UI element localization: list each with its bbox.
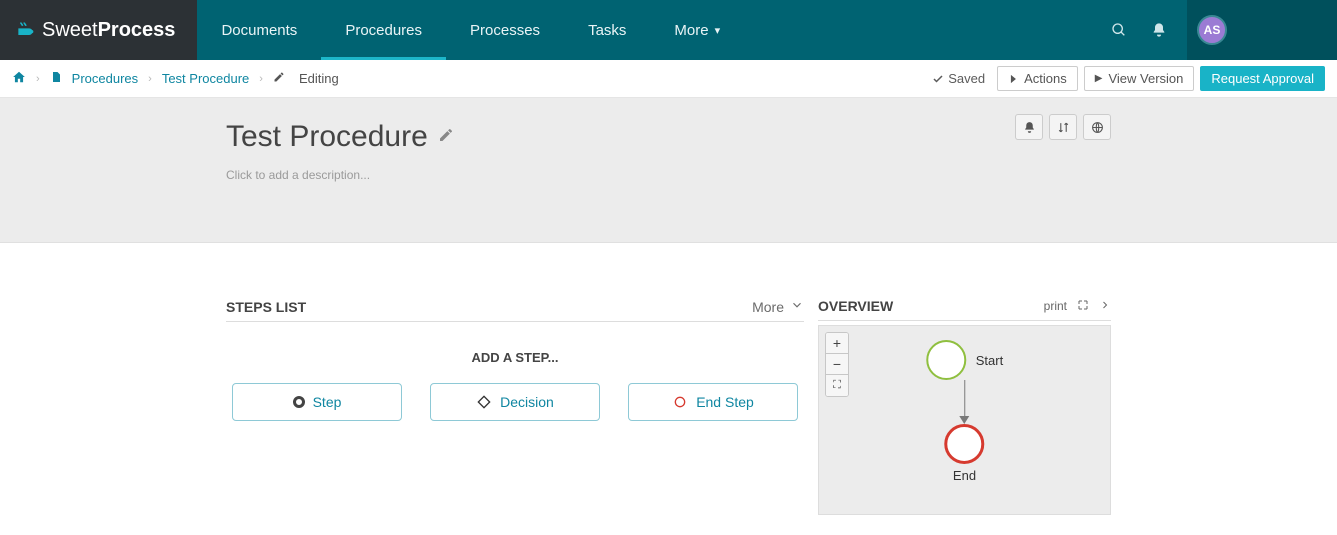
description-placeholder[interactable]: Click to add a description... [226,168,1337,182]
home-icon[interactable] [12,70,26,87]
expand-icon[interactable] [1077,299,1089,314]
add-decision-label: Decision [500,394,554,410]
globe-icon[interactable] [1083,114,1111,140]
procedure-title[interactable]: Test Procedure [226,120,1337,154]
steps-more-label: More [752,299,784,315]
avatar: AS [1197,15,1227,45]
add-end-step-button[interactable]: End Step [628,383,798,421]
steps-list-title: STEPS LIST [226,299,306,315]
view-version-button[interactable]: ▶ View Version [1084,66,1195,91]
add-step-label: Step [313,394,342,410]
print-link[interactable]: print [1044,299,1067,313]
breadcrumb: › Procedures › Test Procedure › Editing [12,70,339,87]
title-icon-row [1015,114,1111,140]
add-end-step-label: End Step [696,394,754,410]
add-step-button[interactable]: Step [232,383,402,421]
brand-logo[interactable]: SweetProcess [0,0,197,60]
chevron-down-icon: ▾ [715,24,721,37]
notifications-icon[interactable] [1015,114,1043,140]
overview-panel: + − ⛶ Start End [818,325,1111,515]
flow-end-label: End [953,468,976,483]
flow-start-label: Start [976,353,1003,368]
search-icon[interactable] [1101,12,1137,48]
nav-procedures[interactable]: Procedures [321,0,446,60]
nav-documents[interactable]: Documents [197,0,321,60]
overview-title: OVERVIEW [818,298,893,314]
brand-prefix: Sweet [42,19,98,42]
zoom-fit-button[interactable]: ⛶ [826,375,848,396]
pencil-icon [273,71,285,86]
procedure-title-text: Test Procedure [226,120,428,154]
flow-arrow [960,380,970,424]
breadcrumb-sep: › [36,73,40,85]
overview-column: OVERVIEW print + − ⛶ Start [818,298,1111,515]
nav-processes[interactable]: Processes [446,0,564,60]
decision-icon [476,394,492,410]
chevron-down-icon [790,298,804,315]
edit-title-icon[interactable] [438,127,454,148]
title-band: Test Procedure Click to add a descriptio… [0,98,1337,243]
zoom-in-button[interactable]: + [826,333,848,354]
bell-icon[interactable] [1141,12,1177,48]
view-version-label: View Version [1108,71,1183,86]
flow-start-node[interactable] [926,340,966,380]
nav-more[interactable]: More ▾ [650,0,744,60]
saved-indicator: Saved [932,71,985,86]
brand-bold: Process [98,19,176,42]
flow-end-node[interactable] [945,424,985,464]
saved-label: Saved [948,71,985,86]
steps-list-header: STEPS LIST More [226,298,804,322]
nav-items: Documents Procedures Processes Tasks Mor… [197,0,744,60]
breadcrumb-sep: › [148,73,152,85]
sort-icon[interactable] [1049,114,1077,140]
steps-column: STEPS LIST More ADD A STEP... Step Decis… [226,298,804,515]
sub-bar: › Procedures › Test Procedure › Editing … [0,60,1337,98]
breadcrumb-sep: › [259,73,263,85]
zoom-controls: + − ⛶ [825,332,849,397]
breadcrumb-editing: Editing [299,71,339,86]
add-decision-button[interactable]: Decision [430,383,600,421]
step-type-row: Step Decision End Step [226,383,804,421]
add-a-step-header: ADD A STEP... [226,350,804,365]
sub-actions: Saved Actions ▶ View Version Request App… [932,66,1325,91]
overview-tools: print [1044,299,1111,314]
user-chip[interactable]: AS [1187,0,1337,60]
zoom-out-button[interactable]: − [826,354,848,375]
top-nav: SweetProcess Documents Procedures Proces… [0,0,1337,60]
nav-tasks[interactable]: Tasks [564,0,650,60]
step-icon [293,396,305,408]
nav-more-label: More [674,22,708,39]
actions-label: Actions [1024,71,1067,86]
request-approval-button[interactable]: Request Approval [1200,66,1325,91]
steps-more-button[interactable]: More [752,298,804,315]
breadcrumb-item[interactable]: Test Procedure [162,71,249,86]
end-step-icon [672,394,688,410]
main: STEPS LIST More ADD A STEP... Step Decis… [0,243,1337,515]
overview-header: OVERVIEW print [818,298,1111,321]
actions-button[interactable]: Actions [997,66,1078,91]
chevron-right-icon[interactable] [1099,299,1111,314]
flow-diagram: Start End [926,340,1003,483]
breadcrumb-procedures[interactable]: Procedures [72,71,138,86]
nav-icons [1101,0,1187,60]
logo-icon [14,19,36,41]
file-icon [50,70,62,87]
play-icon: ▶ [1095,73,1103,84]
